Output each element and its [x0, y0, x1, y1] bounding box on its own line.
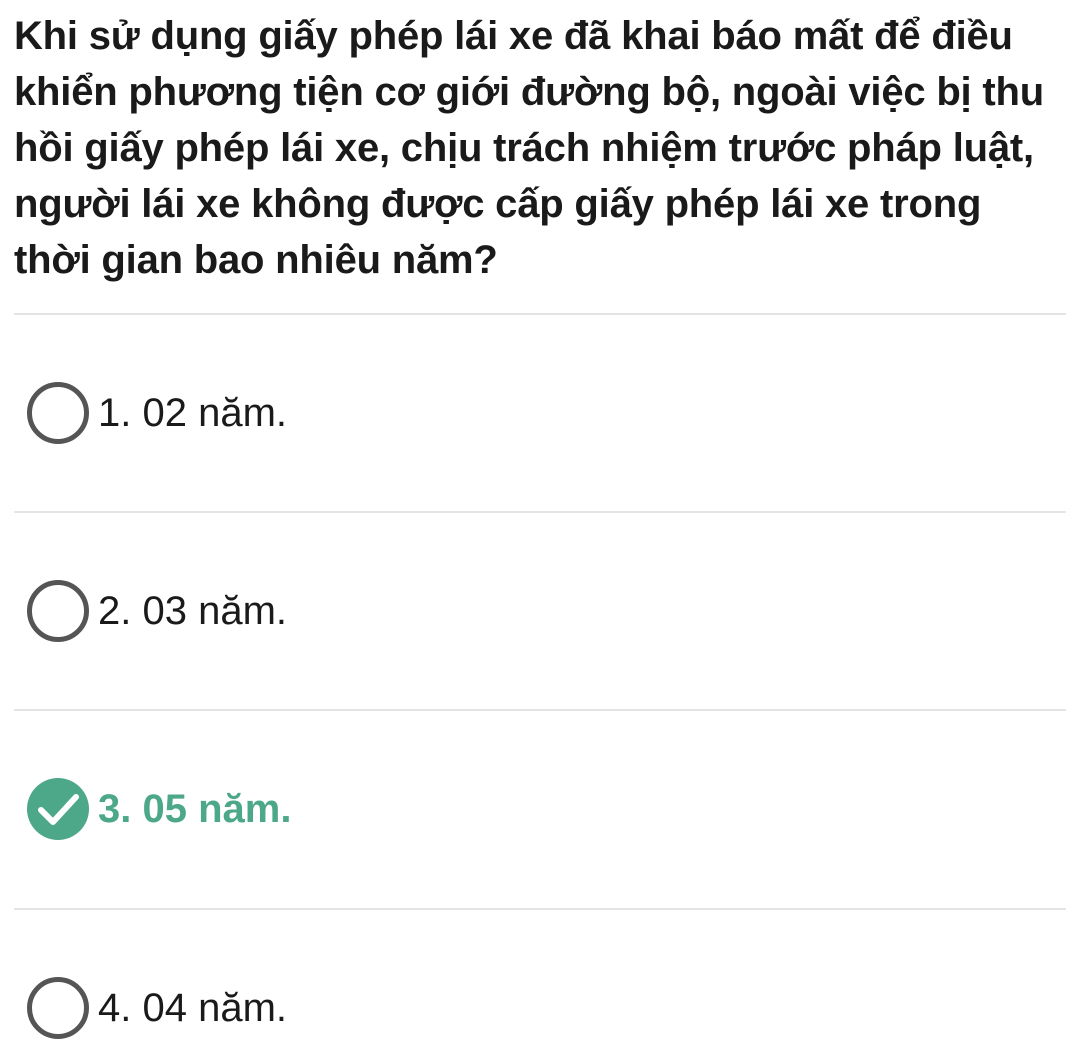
answer-option-label: 3. 05 năm.: [98, 787, 292, 831]
divider: [14, 908, 1066, 910]
divider: [14, 313, 1066, 315]
divider: [14, 511, 1066, 513]
check-circle-icon: [27, 778, 89, 840]
divider: [14, 709, 1066, 711]
answer-option-label: 2. 03 năm.: [98, 589, 288, 633]
radio-empty-icon: [27, 977, 89, 1039]
answer-option-2[interactable]: 2. 03 năm.: [26, 566, 1066, 656]
answer-option-4[interactable]: 4. 04 năm.: [26, 963, 1066, 1053]
answer-option-label: 4. 04 năm.: [98, 986, 288, 1030]
answer-option-1[interactable]: 1. 02 năm.: [26, 368, 1066, 458]
radio-empty-icon: [27, 382, 89, 444]
answer-option-label: 1. 02 năm.: [98, 391, 288, 435]
answer-option-3[interactable]: 3. 05 năm.: [26, 764, 1066, 854]
radio-empty-icon: [27, 580, 89, 642]
question-text: Khi sử dụng giấy phép lái xe đã khai báo…: [14, 14, 1044, 282]
